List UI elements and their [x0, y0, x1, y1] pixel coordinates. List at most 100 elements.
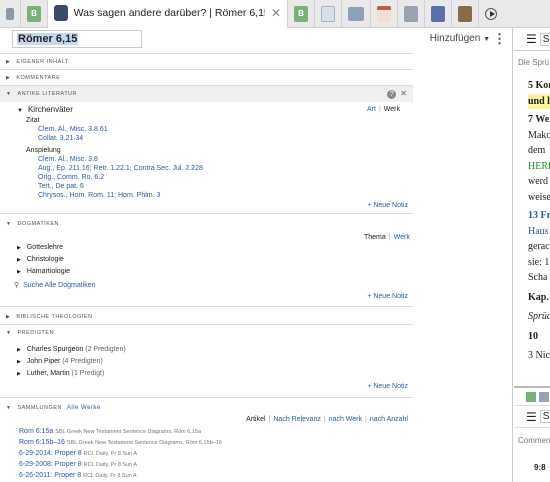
item-label: Christologie [26, 256, 64, 263]
item-label: Gotteslehre [26, 244, 64, 251]
tab-bookmark[interactable] [0, 0, 21, 28]
menu-icon[interactable]: ☰ [526, 410, 537, 424]
toggle-werk[interactable]: Werk [384, 106, 400, 113]
list-item[interactable]: Rom 6:15a SBL Greek New Testament Senten… [19, 428, 201, 435]
expand-icon[interactable]: ▶ [17, 257, 21, 263]
close-icon[interactable]: ✕ [400, 89, 407, 98]
expand-icon[interactable]: ▶ [6, 314, 10, 320]
add-button[interactable]: Hinzufügen ▼ [430, 33, 490, 44]
group-kirchenvaeter[interactable]: ▼ Kirchenväter [17, 105, 73, 114]
search-icon[interactable]: S [539, 410, 550, 423]
section-title: BIBLISCHE THEOLOGIEN [16, 314, 93, 320]
factbook-panel: Römer 6,15 Hinzufügen ▼ ⋮ ▶ EIGENER INHAL… [0, 28, 513, 482]
list-item[interactable]: 6-29-2008: Proper 8 RCL Daily, Pr 8 Sun … [19, 461, 137, 468]
tab-book-cover-2[interactable] [398, 0, 425, 28]
item-link[interactable]: Rom 6:15b–16 [19, 439, 65, 446]
collapse-icon[interactable]: ▼ [6, 405, 11, 411]
tab-book-cover-4[interactable] [452, 0, 479, 28]
neue-notiz-button[interactable]: + Neue Notiz [367, 383, 408, 390]
list-item[interactable]: ▶ Charles Spurgeon (2 Predigten) [17, 346, 126, 353]
tab-book-cover-1[interactable] [371, 0, 398, 28]
list-item[interactable]: ▶ John Piper (4 Predigten) [17, 358, 103, 365]
tab-book[interactable] [315, 0, 342, 28]
text-line: gerac [528, 241, 550, 252]
text-line: sie: 1 [528, 256, 550, 268]
section-dogmatiken: ▼ DOGMATIKEN Thema | Werk ▶ Gotteslehre ▶ Chr… [0, 213, 413, 306]
sort-relevanz[interactable]: Nach Relevanz [273, 416, 320, 423]
collapse-icon[interactable]: ▼ [17, 108, 23, 114]
copy-icon [348, 6, 364, 21]
expand-icon[interactable]: ▶ [17, 359, 21, 365]
tab-bible-2[interactable]: B [288, 0, 315, 28]
sort-anzahl[interactable]: nach Anzahl [370, 416, 408, 423]
anspielung-link[interactable]: Orig., Comm. Ro. 6.2 [38, 174, 104, 181]
list-item[interactable]: 6-26-2011: Proper 8 RCL Daily, Pr 8 Sun … [19, 472, 137, 479]
expand-icon[interactable]: ▶ [17, 245, 21, 251]
expand-icon[interactable]: ▶ [17, 347, 21, 353]
list-item[interactable]: ▶ Luther, Martin (1 Predigt) [17, 370, 104, 377]
list-item[interactable]: ▶ Gotteslehre [17, 244, 63, 251]
expand-icon[interactable]: ▶ [6, 59, 10, 65]
sort-toggle: Artikel | Nach Relevanz | nach Werk | nach Anz… [246, 416, 408, 423]
item-link[interactable]: 6-29-2008: Proper 8 [19, 461, 82, 468]
play-icon[interactable] [485, 7, 497, 20]
reference-value: Römer 6,15 [17, 33, 79, 45]
item-source: RCL Daily, Pr 8 Sun A [83, 451, 138, 457]
text-line: 5 Kor [528, 80, 550, 91]
collapse-icon[interactable]: ▼ [6, 221, 11, 227]
section-kommentare[interactable]: ▶ KOMMENTARE [0, 69, 413, 85]
search-dogmatiken-link[interactable]: ⚲ Suche Alle Dogmatiken [14, 281, 96, 289]
section-eigener-inhalt[interactable]: ▶ EIGENER INHALT [0, 53, 413, 69]
section-title: ANTIKE LITERATUR [17, 91, 77, 97]
tab-book-cover-3[interactable] [425, 0, 452, 28]
section-biblische-theologien[interactable]: ▶ BIBLISCHE THEOLOGIEN [0, 306, 413, 322]
text-line: 10 [528, 330, 538, 342]
bible-text: 5 Kor und l 7 Wei Mako dem HERR werd wei… [528, 78, 550, 364]
anspielung-link[interactable]: Clem. Al., Misc. 3.8 [38, 156, 98, 163]
sort-artikel[interactable]: Artikel [246, 416, 265, 423]
more-menu-icon[interactable]: ⋮ [493, 31, 506, 47]
close-icon[interactable]: ✕ [271, 6, 281, 20]
expand-icon[interactable]: ▶ [17, 371, 21, 377]
book-cover-icon [404, 5, 418, 22]
tab-bible[interactable]: B [21, 0, 48, 28]
neue-notiz-button[interactable]: + Neue Notiz [367, 293, 408, 300]
list-item[interactable]: 6-29-2014: Proper 8 RCL Daily, Pr 8 Sun … [19, 450, 137, 457]
section-predigten: ▼ PREDIGTEN ▶ Charles Spurgeon (2 Predigte… [0, 324, 413, 397]
book-cover-icon [431, 5, 445, 22]
zitat-label: Zitat [26, 117, 40, 124]
tab-factbook[interactable]: Was sagen andere darüber? | Römer 6,15 ✕ [48, 0, 288, 28]
anspielung-link[interactable]: Tert., De pat. 6 [38, 183, 84, 190]
list-item[interactable]: ▶ Christologie [17, 256, 64, 263]
toggle-thema[interactable]: Thema [364, 234, 386, 241]
reference-input[interactable]: Römer 6,15 [12, 30, 142, 48]
item-link[interactable]: 6-26-2011: Proper 8 [19, 472, 81, 479]
expand-icon[interactable]: ▶ [17, 269, 21, 275]
tab-copy[interactable] [342, 0, 371, 28]
list-item[interactable]: Rom 6:15b–16 SBL Greek New Testament Sen… [19, 439, 222, 446]
neue-notiz-button[interactable]: + Neue Notiz [367, 202, 408, 209]
search-icon[interactable]: S [539, 32, 550, 46]
sort-werk[interactable]: nach Werk [329, 416, 362, 423]
item-link[interactable]: Rom 6:15a [19, 428, 53, 435]
toggle-werk[interactable]: Werk [394, 234, 410, 241]
text-line: und l [528, 93, 550, 109]
bible-icon[interactable] [526, 391, 536, 402]
item-count: (2 Predigten) [85, 346, 126, 353]
book-icon[interactable] [539, 391, 549, 402]
toggle-art[interactable]: Art [367, 106, 376, 113]
help-icon[interactable]: ? [387, 90, 397, 99]
expand-icon[interactable]: ▶ [6, 75, 10, 81]
collapse-icon[interactable]: ▼ [6, 330, 11, 336]
item-label: John Piper [26, 358, 61, 365]
alle-werke-link[interactable]: Alle Werke [67, 405, 101, 411]
zitat-link[interactable]: Collat. 3.21.34 [38, 135, 83, 142]
menu-icon[interactable]: ☰ [526, 32, 537, 46]
anspielung-link[interactable]: Chrysos., Hom. Rom. 11; Hom. Phlm. 3 [38, 192, 160, 199]
view-toggle: Art | Werk [367, 106, 400, 113]
anspielung-link[interactable]: Aug., Ep. 211.16; Retr. 1.22.1; Contra S… [38, 165, 203, 172]
item-link[interactable]: 6-29-2014: Proper 8 [19, 450, 82, 457]
list-item[interactable]: ▶ Hamartiologie [17, 268, 70, 275]
collapse-icon[interactable]: ▼ [6, 91, 11, 97]
zitat-link[interactable]: Clem. Al., Misc. 3.8.61 [38, 126, 108, 133]
